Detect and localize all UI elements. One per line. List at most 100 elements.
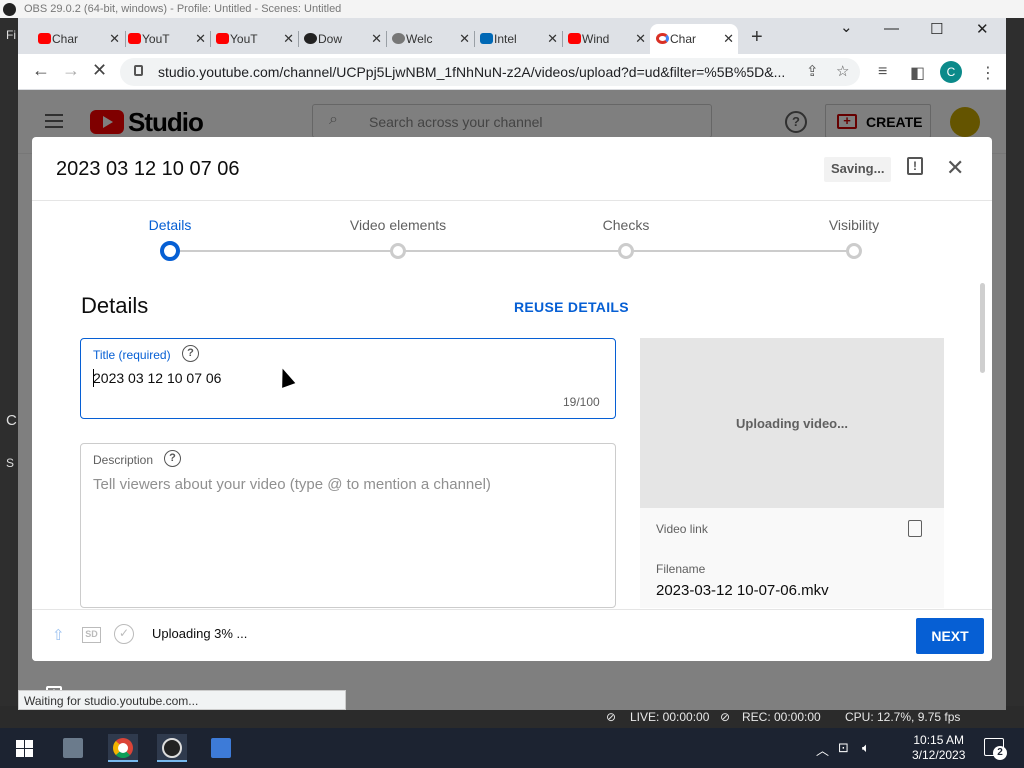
description-field[interactable]: Description ? Tell viewers about your vi… bbox=[80, 443, 616, 608]
browser-tab-1[interactable]: Char ✕ bbox=[32, 24, 124, 54]
description-input[interactable]: Tell viewers about your video (type @ to… bbox=[93, 476, 491, 493]
volume-icon[interactable]: 🔈︎ bbox=[862, 740, 870, 756]
close-icon[interactable]: ✕ bbox=[946, 155, 964, 181]
browser-tab-6[interactable]: Intel ✕ bbox=[474, 24, 562, 54]
browser-tab-2[interactable]: YouT ✕ bbox=[122, 24, 210, 54]
step-visibility-dot[interactable] bbox=[846, 243, 862, 259]
share-icon[interactable]: ⇪ bbox=[806, 62, 819, 80]
obs-title-bar: OBS 29.0.2 (64-bit, windows) - Profile: … bbox=[0, 0, 1024, 18]
browser-tab-active[interactable]: Char ✕ bbox=[650, 24, 738, 54]
cpu-stats: CPU: 12.7%, 9.75 fps bbox=[845, 710, 961, 724]
tab-label: Char bbox=[670, 32, 697, 46]
dialog-title: 2023 03 12 10 07 06 bbox=[56, 158, 240, 180]
close-tab-icon[interactable]: ✕ bbox=[195, 31, 206, 47]
minimize-icon[interactable]: — bbox=[884, 20, 899, 37]
tab-label: YouT bbox=[230, 32, 258, 46]
upload-dialog: 2023 03 12 10 07 06 Saving... ! ✕ Detail… bbox=[32, 137, 992, 661]
rec-icon: ⊘ bbox=[720, 710, 731, 724]
title-input[interactable]: 2023 03 12 10 07 06 bbox=[93, 370, 221, 386]
taskbar-app-obs[interactable] bbox=[157, 734, 187, 762]
obs-label-file: Fi bbox=[6, 28, 16, 42]
taskbar-clock[interactable]: 10:15 AM 3/12/2023 bbox=[912, 733, 965, 763]
browser-toolbar: ← → ✕ studio.youtube.com/channel/UCPpj5L… bbox=[18, 54, 1006, 90]
upload-stepper: Details Video elements Checks Visibility bbox=[32, 201, 992, 271]
youtube-icon bbox=[128, 33, 141, 44]
close-window-icon[interactable]: ✕ bbox=[976, 20, 989, 38]
close-tab-icon[interactable]: ✕ bbox=[635, 31, 646, 47]
maximize-icon[interactable]: ☐ bbox=[930, 20, 943, 38]
title-char-counter: 19/100 bbox=[563, 395, 600, 409]
obs-icon bbox=[304, 33, 317, 44]
obs-left-panel: Fi C S bbox=[0, 18, 18, 708]
url-text[interactable]: studio.youtube.com/channel/UCPpj5LjwNBM_… bbox=[158, 64, 798, 80]
saving-badge: Saving... bbox=[824, 157, 892, 182]
browser-tab-5[interactable]: Welc ✕ bbox=[386, 24, 474, 54]
tab-label: YouT bbox=[142, 32, 170, 46]
copy-icon[interactable] bbox=[904, 520, 922, 541]
taskbar-app-filmstrip[interactable] bbox=[58, 734, 88, 762]
side-panel-icon[interactable]: ◧ bbox=[910, 63, 925, 83]
tab-label: Wind bbox=[582, 32, 610, 46]
menu-kebab-icon[interactable]: ⋮ bbox=[980, 63, 996, 83]
windows-taskbar: ︿ ⊡ 🔈︎ 10:15 AM 3/12/2023 2 bbox=[0, 728, 1024, 768]
windows-start-icon[interactable] bbox=[16, 740, 33, 757]
new-tab-icon[interactable]: + bbox=[751, 26, 763, 49]
forward-icon[interactable]: → bbox=[62, 60, 80, 81]
bookmark-star-icon[interactable]: ☆ bbox=[836, 62, 849, 80]
dialog-scrollbar[interactable] bbox=[978, 283, 986, 373]
browser-tab-3[interactable]: YouT ✕ bbox=[210, 24, 298, 54]
video-thumbnail: Uploading video... bbox=[640, 338, 944, 508]
step-checks-label[interactable]: Checks bbox=[603, 217, 650, 233]
stop-loading-icon[interactable]: ✕ bbox=[92, 60, 107, 81]
film-icon bbox=[63, 738, 83, 758]
uploading-video-text: Uploading video... bbox=[736, 416, 848, 431]
tray-chevron-icon[interactable]: ︿ bbox=[816, 740, 829, 759]
step-details-dot[interactable] bbox=[160, 241, 180, 261]
title-field-label: Title (required) bbox=[93, 348, 171, 362]
step-details-label[interactable]: Details bbox=[149, 217, 192, 233]
checks-complete-icon: ✓ bbox=[114, 624, 134, 644]
close-tab-icon[interactable]: ✕ bbox=[371, 31, 382, 47]
step-video-elements-label[interactable]: Video elements bbox=[350, 217, 446, 233]
browser-tab-7[interactable]: Wind ✕ bbox=[562, 24, 650, 54]
profile-avatar[interactable]: C bbox=[940, 61, 962, 83]
clock-time: 10:15 AM bbox=[913, 733, 965, 747]
report-issue-icon[interactable]: ! bbox=[907, 157, 923, 175]
description-help-icon[interactable]: ? bbox=[164, 450, 181, 467]
lock-icon[interactable] bbox=[134, 65, 143, 76]
back-icon[interactable]: ← bbox=[32, 60, 50, 81]
close-tab-icon[interactable]: ✕ bbox=[459, 31, 470, 47]
obs-right-panel bbox=[1006, 18, 1024, 708]
media-queue-icon[interactable]: ≡ bbox=[878, 63, 887, 81]
close-tab-icon[interactable]: ✕ bbox=[109, 31, 120, 47]
obs-label-s: S bbox=[6, 456, 15, 470]
google-icon bbox=[656, 33, 669, 44]
tab-label: Welc bbox=[406, 32, 433, 46]
title-help-icon[interactable]: ? bbox=[182, 345, 199, 362]
youtube-icon bbox=[216, 33, 229, 44]
taskbar-app-chrome[interactable] bbox=[108, 734, 138, 762]
image-viewer-icon bbox=[211, 738, 231, 758]
title-field[interactable]: Title (required) ? 2023 03 12 10 07 06 1… bbox=[80, 338, 616, 419]
close-tab-icon[interactable]: ✕ bbox=[283, 31, 294, 47]
network-icon[interactable]: ⊡ bbox=[838, 740, 849, 756]
studio-page: Studio ⌕ Search across your channel ? + … bbox=[18, 90, 1006, 710]
youtube-icon bbox=[568, 33, 581, 44]
address-bar[interactable]: studio.youtube.com/channel/UCPpj5LjwNBM_… bbox=[120, 58, 860, 86]
tab-search-icon[interactable]: ⌄ bbox=[840, 18, 853, 36]
taskbar-app-photos[interactable] bbox=[206, 734, 236, 762]
close-tab-icon[interactable]: ✕ bbox=[723, 31, 734, 47]
chrome-icon bbox=[113, 738, 133, 758]
obs-label-c: C bbox=[6, 412, 17, 429]
step-checks-dot[interactable] bbox=[618, 243, 634, 259]
obs-icon bbox=[162, 738, 182, 758]
scrollbar-thumb[interactable] bbox=[980, 283, 985, 373]
step-video-elements-dot[interactable] bbox=[390, 243, 406, 259]
step-visibility-label[interactable]: Visibility bbox=[829, 217, 879, 233]
next-button[interactable]: NEXT bbox=[916, 618, 984, 654]
close-tab-icon[interactable]: ✕ bbox=[547, 31, 558, 47]
reuse-details-button[interactable]: REUSE DETAILS bbox=[514, 299, 629, 315]
upload-arrow-icon: ⇧ bbox=[52, 627, 65, 644]
browser-tab-4[interactable]: Dow ✕ bbox=[298, 24, 386, 54]
video-link-label: Video link bbox=[656, 522, 708, 536]
